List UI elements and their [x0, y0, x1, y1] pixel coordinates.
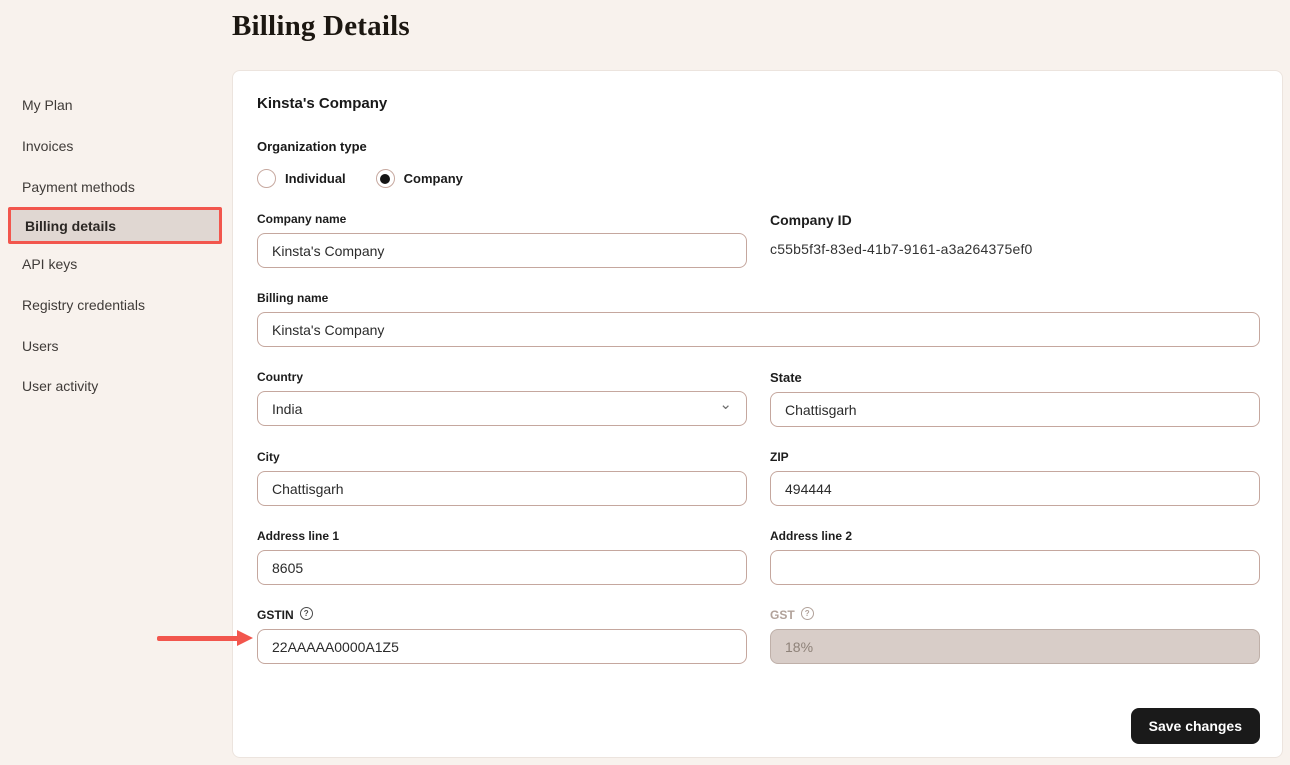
sidebar-item-my-plan[interactable]: My Plan: [0, 85, 232, 126]
organization-type-radio-group: Individual Company: [257, 169, 1258, 188]
company-id-value: c55b5f3f-83ed-41b7-9161-a3a264375ef0: [770, 241, 1260, 257]
city-label: City: [257, 450, 747, 464]
sidebar: My Plan Invoices Payment methods Billing…: [0, 85, 232, 407]
address-line-2-label: Address line 2: [770, 529, 1260, 543]
company-id-label: Company ID: [770, 212, 1260, 228]
sidebar-item-api-keys[interactable]: API keys: [0, 244, 232, 285]
billing-form: Company name Company ID c55b5f3f-83ed-41…: [257, 212, 1260, 664]
sidebar-item-payment-methods[interactable]: Payment methods: [0, 166, 232, 207]
organization-type-label: Organization type: [257, 139, 1258, 154]
gstin-label: GSTIN ?: [257, 608, 747, 622]
billing-name-input[interactable]: [257, 312, 1260, 347]
city-input[interactable]: [257, 471, 747, 506]
annotation-arrow: [157, 636, 240, 641]
radio-company-label: Company: [404, 171, 463, 186]
gst-label: GST ?: [770, 608, 1260, 622]
sidebar-item-invoices[interactable]: Invoices: [0, 126, 232, 167]
sidebar-item-users[interactable]: Users: [0, 325, 232, 366]
address-line-2-input[interactable]: [770, 550, 1260, 585]
billing-name-label: Billing name: [257, 291, 1260, 305]
radio-option-company[interactable]: Company: [376, 169, 463, 188]
state-label: State: [770, 370, 1260, 385]
address-line-1-input[interactable]: [257, 550, 747, 585]
country-label: Country: [257, 370, 747, 384]
zip-input[interactable]: [770, 471, 1260, 506]
gstin-help-icon[interactable]: ?: [300, 607, 313, 620]
country-select[interactable]: [257, 391, 747, 426]
billing-details-card: Kinsta's Company Organization type Indiv…: [232, 70, 1283, 758]
company-name-input[interactable]: [257, 233, 747, 268]
gstin-input[interactable]: [257, 629, 747, 664]
radio-individual-icon[interactable]: [257, 169, 276, 188]
radio-option-individual[interactable]: Individual: [257, 169, 346, 188]
save-changes-button[interactable]: Save changes: [1131, 708, 1260, 744]
annotation-arrow-head-icon: [237, 630, 253, 646]
state-input[interactable]: [770, 392, 1260, 427]
company-heading: Kinsta's Company: [257, 95, 1258, 112]
sidebar-item-registry-credentials[interactable]: Registry credentials: [0, 285, 232, 326]
company-name-label: Company name: [257, 212, 747, 226]
gst-help-icon[interactable]: ?: [801, 607, 814, 620]
radio-individual-label: Individual: [285, 171, 346, 186]
page-title: Billing Details: [232, 10, 410, 43]
sidebar-item-billing-details[interactable]: Billing details: [8, 207, 222, 244]
gst-input: [770, 629, 1260, 664]
address-line-1-label: Address line 1: [257, 529, 747, 543]
sidebar-item-user-activity[interactable]: User activity: [0, 366, 232, 407]
zip-label: ZIP: [770, 450, 1260, 464]
radio-company-icon[interactable]: [376, 169, 395, 188]
